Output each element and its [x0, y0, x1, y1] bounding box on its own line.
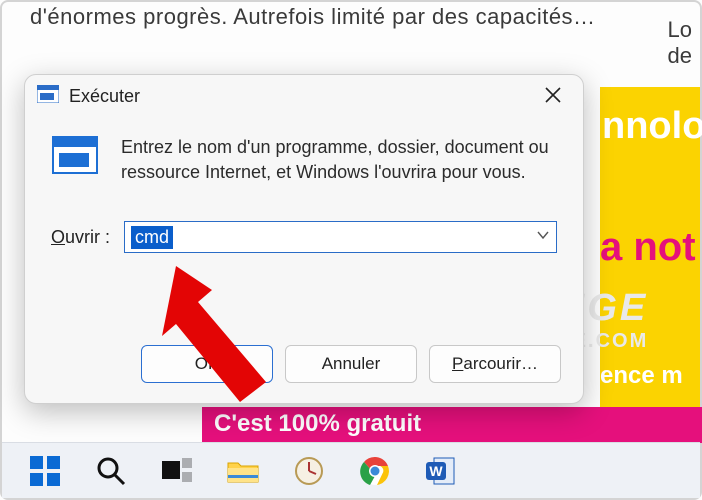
- windows-icon: [30, 456, 60, 486]
- run-app-icon: [51, 135, 99, 180]
- taskbar: W: [2, 442, 700, 498]
- search-icon: [96, 456, 126, 486]
- open-input-value: cmd: [131, 226, 173, 249]
- background-pink-band: C'est 100% gratuit: [202, 407, 702, 443]
- task-view-icon: [162, 458, 192, 484]
- cancel-button[interactable]: Annuler: [285, 345, 417, 383]
- chrome-button[interactable]: [358, 454, 392, 488]
- titlebar: Exécuter: [25, 75, 583, 117]
- word-icon: W: [426, 456, 456, 486]
- clock-gadget-button[interactable]: [292, 454, 326, 488]
- close-icon: [545, 87, 561, 103]
- dialog-footer: OK Annuler Parcourir…: [25, 331, 583, 403]
- svg-text:W: W: [429, 463, 443, 479]
- background-article-right: Lo de: [668, 17, 692, 69]
- run-dialog: Exécuter Entrez le nom d'un programme, d…: [24, 74, 584, 404]
- open-label: Ouvrir :: [51, 227, 110, 248]
- chevron-down-icon[interactable]: [536, 228, 550, 247]
- open-combobox[interactable]: cmd: [124, 221, 557, 253]
- run-icon: [37, 85, 59, 108]
- close-button[interactable]: [535, 79, 571, 113]
- task-view-button[interactable]: [160, 454, 194, 488]
- background-article-fragment: d'énormes progrès. Autrefois limité par …: [30, 4, 596, 30]
- browse-button[interactable]: Parcourir…: [429, 345, 561, 383]
- word-button[interactable]: W: [424, 454, 458, 488]
- search-button[interactable]: [94, 454, 128, 488]
- folder-icon: [227, 458, 259, 484]
- clock-icon: [294, 456, 324, 486]
- file-explorer-button[interactable]: [226, 454, 260, 488]
- chrome-icon: [360, 456, 390, 486]
- ok-button[interactable]: OK: [141, 345, 273, 383]
- start-button[interactable]: [28, 454, 62, 488]
- dialog-description: Entrez le nom d'un programme, dossier, d…: [121, 135, 557, 185]
- background-banner: nnolo a not ence m: [600, 87, 700, 417]
- dialog-title: Exécuter: [69, 86, 140, 107]
